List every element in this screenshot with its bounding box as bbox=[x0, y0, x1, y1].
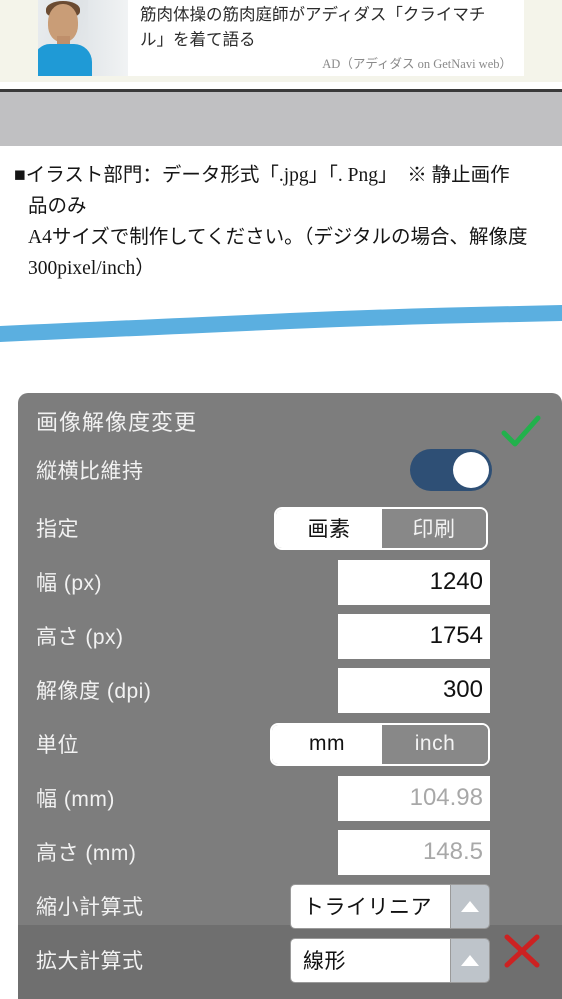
image-resolution-dialog: 画像解像度変更 縦横比維持 指定 画素 印刷 幅 (px) 1240 高さ (p… bbox=[18, 393, 562, 999]
height-mm-input[interactable]: 148.5 bbox=[338, 829, 490, 875]
row-aspect-ratio: 縦横比維持 bbox=[18, 443, 562, 497]
gray-separator-bar bbox=[0, 89, 562, 146]
ad-title-line-2: ル」を着て語る bbox=[140, 30, 256, 49]
enlarge-algorithm-dropdown[interactable]: 線形 bbox=[290, 937, 490, 983]
unit-option-inch[interactable]: inch bbox=[382, 724, 488, 764]
mode-option-print[interactable]: 印刷 bbox=[382, 508, 486, 548]
unit-segmented-control[interactable]: mm inch bbox=[270, 722, 490, 766]
ad-source-label: AD（アディダス on GetNavi web） bbox=[322, 57, 512, 71]
doc-line-4: 300pixel/inch） bbox=[28, 258, 155, 279]
shrink-algorithm-dropdown[interactable]: トライリニア bbox=[290, 883, 490, 929]
width-mm-input[interactable]: 104.98 bbox=[338, 775, 490, 821]
label-unit: 単位 bbox=[36, 734, 79, 757]
row-enlarge-algorithm: 拡大計算式 線形 bbox=[18, 933, 562, 987]
chevron-up-icon[interactable] bbox=[450, 884, 489, 928]
doc-line-2: 品のみ bbox=[28, 196, 87, 217]
ad-thumbnail-image bbox=[38, 0, 128, 76]
document-text-block: ■イラスト部門：データ形式「.jpg」「. Png」 ※ 静止画作 品のみ A4… bbox=[0, 160, 562, 284]
dialog-title: 画像解像度変更 bbox=[36, 410, 198, 435]
shrink-algorithm-value: トライリニア bbox=[291, 884, 450, 928]
aspect-ratio-toggle[interactable] bbox=[410, 449, 492, 491]
label-width-mm: 幅 (mm) bbox=[36, 788, 115, 811]
label-enlarge-algorithm: 拡大計算式 bbox=[36, 950, 144, 973]
doc-line-3: A4サイズで制作してください。（デジタルの場合、解像度 bbox=[28, 227, 528, 248]
mode-segmented-control[interactable]: 画素 印刷 bbox=[274, 506, 488, 550]
row-height-mm: 高さ (mm) 148.5 bbox=[18, 825, 562, 879]
label-height-px: 高さ (px) bbox=[36, 626, 124, 649]
label-shrink-algorithm: 縮小計算式 bbox=[36, 896, 144, 919]
label-width-px: 幅 (px) bbox=[36, 572, 102, 595]
doc-line-1: ■イラスト部門：データ形式「.jpg」「. Png」 ※ 静止画作 bbox=[14, 165, 510, 186]
label-dpi: 解像度 (dpi) bbox=[36, 680, 152, 703]
row-height-px: 高さ (px) 1754 bbox=[18, 609, 562, 663]
ad-title-line-1: 筋肉体操の筋肉庭師がアディダス「クライマチ bbox=[140, 5, 486, 24]
mode-option-pixel[interactable]: 画素 bbox=[276, 508, 382, 548]
chevron-up-icon[interactable] bbox=[450, 938, 489, 982]
dpi-input[interactable]: 300 bbox=[338, 667, 490, 713]
row-shrink-algorithm: 縮小計算式 トライリニア bbox=[18, 879, 562, 933]
blue-wave-divider bbox=[0, 288, 562, 350]
row-dpi: 解像度 (dpi) 300 bbox=[18, 663, 562, 717]
row-width-px: 幅 (px) 1240 bbox=[18, 555, 562, 609]
ad-banner-region: 筋肉体操の筋肉庭師がアディダス「クライマチ ル」を着て語る AD（アディダス o… bbox=[0, 0, 562, 82]
label-mode: 指定 bbox=[36, 518, 79, 541]
row-mode: 指定 画素 印刷 bbox=[18, 501, 562, 555]
unit-option-mm[interactable]: mm bbox=[272, 724, 382, 764]
label-aspect-ratio: 縦横比維持 bbox=[36, 460, 144, 483]
width-px-input[interactable]: 1240 bbox=[338, 559, 490, 605]
ad-text-block: 筋肉体操の筋肉庭師がアディダス「クライマチ ル」を着て語る AD（アディダス o… bbox=[128, 0, 524, 76]
row-width-mm: 幅 (mm) 104.98 bbox=[18, 771, 562, 825]
enlarge-algorithm-value: 線形 bbox=[291, 938, 450, 982]
toggle-knob bbox=[453, 452, 489, 488]
row-unit: 単位 mm inch bbox=[18, 717, 562, 771]
height-px-input[interactable]: 1754 bbox=[338, 613, 490, 659]
label-height-mm: 高さ (mm) bbox=[36, 842, 137, 865]
ad-card[interactable]: 筋肉体操の筋肉庭師がアディダス「クライマチ ル」を着て語る AD（アディダス o… bbox=[38, 0, 524, 76]
